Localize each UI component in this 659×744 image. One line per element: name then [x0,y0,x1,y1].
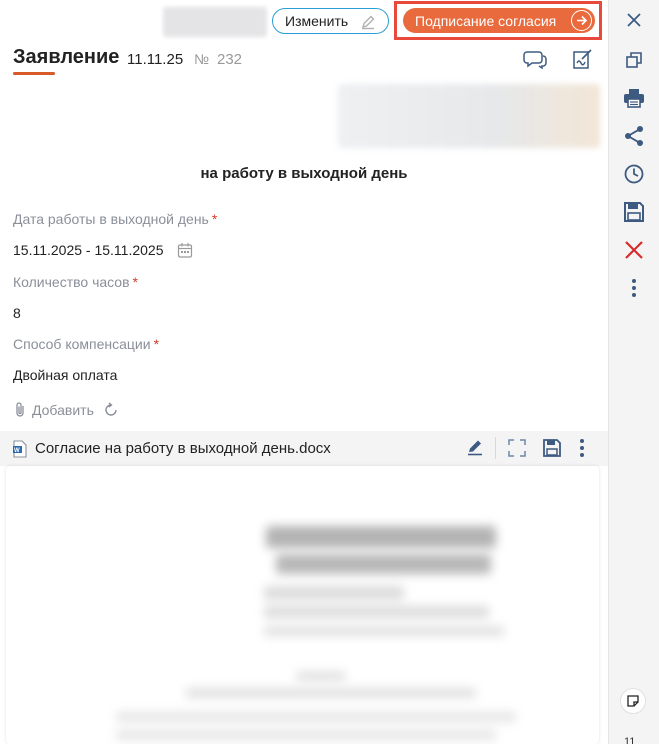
rail-counter: 11 [624,736,636,744]
document-date: 11.11.25 [127,51,184,68]
more-icon[interactable] [622,276,646,300]
field-work-date-label-text: Дата работы в выходной день [13,211,209,227]
document-subject: на работу в выходной день [200,165,408,182]
blurred-user-info [163,7,267,37]
field-work-date-value[interactable]: 15.11.2025 - 15.11.2025 [13,242,193,258]
edit-button[interactable]: Изменить [272,8,389,34]
comments-icon[interactable] [523,48,547,75]
field-compensation-label: Способ компенсации * [13,336,159,352]
field-compensation-value[interactable]: Двойная оплата [13,367,117,383]
field-compensation-label-text: Способ компенсации [13,336,151,352]
file-more-icon[interactable] [578,438,586,463]
edit-file-icon[interactable] [466,438,484,461]
preview-text-blur [116,730,496,740]
save-icon[interactable] [622,200,646,224]
document-panel: Изменить Подписание согласия Заявление 1… [0,0,608,744]
blurred-organization-logo [338,84,600,148]
preview-text-blur [276,554,491,574]
sign-consent-button[interactable]: Подписание согласия [403,8,595,33]
refresh-icon[interactable] [103,401,119,418]
right-action-rail [608,0,659,744]
work-date-range: 15.11.2025 - 15.11.2025 [13,242,164,258]
calendar-icon[interactable] [177,242,193,259]
delete-icon[interactable] [622,238,646,262]
title-underline [13,72,55,75]
share-icon[interactable] [622,124,646,148]
word-file-icon: W [13,440,27,458]
add-attachment-label: Добавить [32,401,94,418]
edit-button-label: Изменить [285,13,349,29]
preview-text-blur [296,672,346,680]
history-icon[interactable] [622,162,646,186]
required-mark: * [153,336,160,352]
field-hours-value[interactable]: 8 [13,305,21,321]
add-attachment-button[interactable]: Добавить [13,401,119,418]
page-title: Заявление [13,46,120,68]
close-icon[interactable] [622,8,646,32]
paperclip-icon [16,402,24,417]
preview-text-blur [264,626,504,636]
note-icon[interactable] [620,688,646,714]
save-file-icon[interactable] [542,438,562,463]
arrow-right-icon [571,10,592,31]
field-hours-label-text: Количество часов [13,274,130,290]
required-mark: * [132,274,138,290]
signed-document-icon[interactable] [571,48,593,75]
preview-text-blur [186,688,476,698]
preview-text-blur [264,586,404,600]
pencil-icon [361,15,375,30]
document-preview [6,466,599,744]
print-icon[interactable] [622,86,646,110]
svg-text:W: W [14,448,20,454]
sign-consent-label: Подписание согласия [415,12,557,29]
preview-text-blur [266,526,496,548]
required-mark: * [211,211,218,227]
field-work-date-label: Дата работы в выходной день * [13,211,217,227]
toolbar-divider [495,437,496,459]
preview-text-blur [264,606,489,618]
preview-text-blur [116,712,516,722]
copy-icon[interactable] [622,48,646,72]
fullscreen-icon[interactable] [507,438,527,463]
number-sign: № [194,51,210,67]
file-name[interactable]: Согласие на работу в выходной день.docx [35,440,331,457]
document-number: 232 [217,51,243,68]
field-hours-label: Количество часов * [13,274,138,290]
